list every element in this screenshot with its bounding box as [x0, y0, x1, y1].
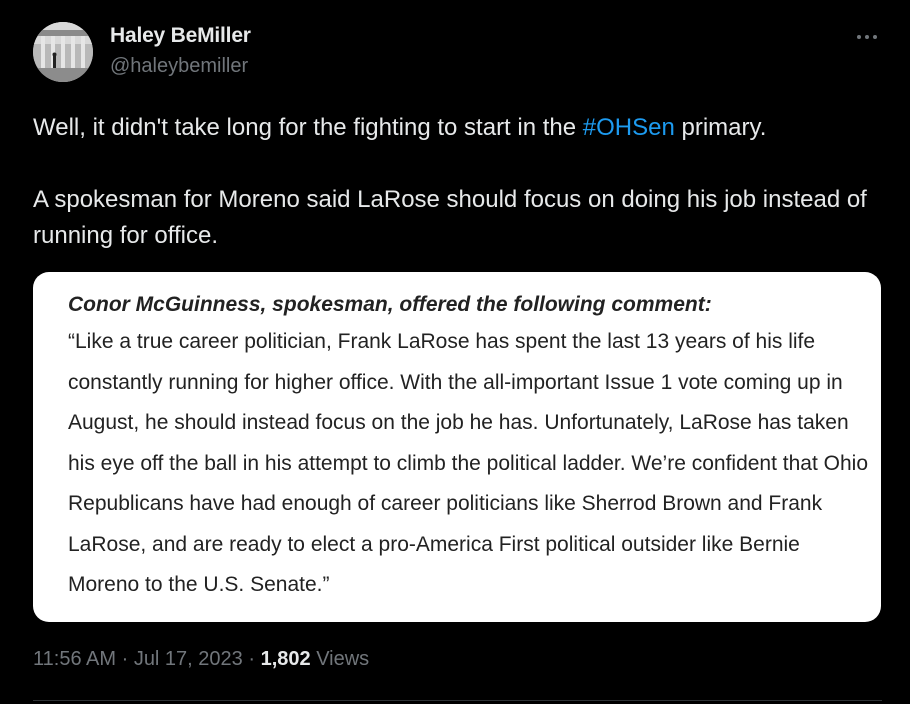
avatar-photo	[33, 22, 93, 82]
views-label: Views	[310, 648, 370, 670]
image-content: Conor McGuinness, spokesman, offered the…	[68, 290, 873, 606]
author-handle[interactable]: @haleybemiller	[110, 55, 248, 78]
ellipsis-icon	[857, 35, 877, 39]
image-quote: “Like a true career politician, Frank La…	[68, 330, 868, 596]
tweet-date[interactable]: Jul 17, 2023	[134, 648, 243, 670]
more-options-icon[interactable]	[852, 22, 882, 52]
hashtag-link[interactable]: #OHSen	[583, 114, 675, 141]
tweet-paragraph-2: A spokesman for Moreno said LaRose shoul…	[33, 186, 867, 249]
divider	[33, 700, 882, 701]
views-count[interactable]: 1,802	[261, 648, 311, 670]
meta-separator: ·	[116, 648, 134, 670]
tweet-text-start: Well, it didn't take long for the fighti…	[33, 114, 583, 141]
meta-separator: ·	[242, 648, 261, 670]
tweet-text: Well, it didn't take long for the fighti…	[33, 110, 878, 254]
image-heading: Conor McGuinness, spokesman, offered the…	[68, 293, 712, 316]
avatar[interactable]	[33, 22, 93, 82]
tweet-paragraph-1: Well, it didn't take long for the fighti…	[33, 110, 878, 146]
tweet-metadata: 11:56 AM · Jul 17, 2023 · 1,802 Views	[33, 648, 369, 671]
author-name[interactable]: Haley BeMiller	[110, 24, 251, 48]
tweet-time[interactable]: 11:56 AM	[33, 648, 116, 670]
attached-image[interactable]: Conor McGuinness, spokesman, offered the…	[33, 272, 881, 622]
tweet-text-end: primary.	[674, 114, 767, 141]
